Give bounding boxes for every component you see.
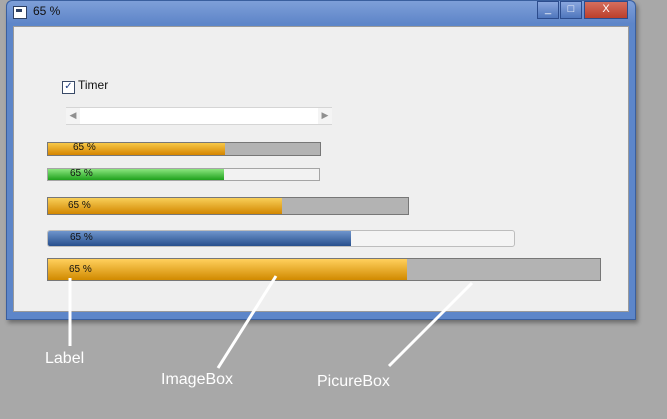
progress-text: 65 % bbox=[69, 264, 92, 275]
progress-text: 65 % bbox=[70, 232, 93, 243]
progress-fill bbox=[48, 259, 407, 280]
minimize-button[interactable]: _ bbox=[537, 1, 559, 19]
progress-bar-2: 65 % bbox=[47, 168, 320, 181]
progress-bar-4: 65 % bbox=[47, 230, 515, 247]
imagebox-annotation: ImageBox bbox=[161, 371, 234, 388]
progress-fill bbox=[48, 231, 351, 246]
progress-bar-5: 65 % bbox=[47, 258, 601, 281]
progress-text: 65 % bbox=[68, 200, 91, 211]
progress-bar-3: 65 % bbox=[47, 197, 409, 215]
picturebox-annotation: PicureBox bbox=[317, 373, 390, 390]
window-title: 65 % bbox=[33, 4, 61, 18]
client-area: ✓ Timer ◀ ▶ 65 % 65 % 65 % 65 % 65 % bbox=[13, 26, 629, 312]
scroll-right-icon[interactable]: ▶ bbox=[318, 108, 332, 124]
main-window: 65 % _ □ X ✓ Timer ◀ ▶ 65 % 65 % 65 % 65… bbox=[6, 0, 636, 320]
horizontal-scrollbar[interactable]: ◀ ▶ bbox=[66, 107, 332, 125]
scroll-left-icon[interactable]: ◀ bbox=[66, 108, 80, 124]
title-bar[interactable]: 65 % _ □ X bbox=[7, 1, 635, 23]
close-button[interactable]: X bbox=[584, 1, 628, 19]
label-annotation: Label bbox=[45, 350, 85, 367]
progress-text: 65 % bbox=[73, 142, 96, 153]
timer-label: Timer bbox=[78, 78, 109, 92]
maximize-button[interactable]: □ bbox=[560, 1, 582, 19]
progress-bar-1: 65 % bbox=[47, 142, 321, 156]
timer-checkbox[interactable]: ✓ bbox=[62, 81, 75, 94]
window-icon bbox=[13, 6, 27, 19]
progress-text: 65 % bbox=[70, 168, 93, 179]
